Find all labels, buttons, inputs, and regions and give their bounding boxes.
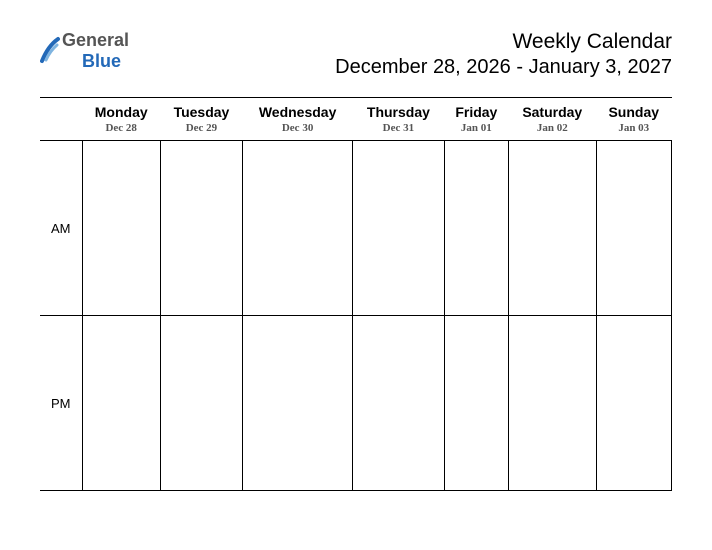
day-name: Thursday bbox=[357, 104, 440, 120]
header-row: General Blue Weekly Calendar December 28… bbox=[40, 30, 672, 79]
title-block: Weekly Calendar December 28, 2026 - Janu… bbox=[335, 30, 672, 79]
calendar-cell[interactable] bbox=[509, 141, 596, 316]
day-header: Tuesday Dec 29 bbox=[160, 98, 242, 141]
calendar-grid: Monday Dec 28 Tuesday Dec 29 Wednesday D… bbox=[40, 97, 672, 491]
day-header: Wednesday Dec 30 bbox=[243, 98, 353, 141]
day-name: Tuesday bbox=[164, 104, 238, 120]
calendar-cell[interactable] bbox=[82, 316, 160, 491]
day-header: Saturday Jan 02 bbox=[509, 98, 596, 141]
calendar-cell[interactable] bbox=[243, 316, 353, 491]
calendar-cell[interactable] bbox=[82, 141, 160, 316]
day-header: Monday Dec 28 bbox=[82, 98, 160, 141]
logo-word-1: General bbox=[62, 30, 129, 50]
calendar-cell[interactable] bbox=[509, 316, 596, 491]
logo-text: General Blue bbox=[62, 30, 129, 72]
calendar-pm-row: PM bbox=[40, 316, 672, 491]
day-name: Sunday bbox=[600, 104, 667, 120]
day-date: Jan 01 bbox=[448, 122, 504, 134]
calendar-header-row: Monday Dec 28 Tuesday Dec 29 Wednesday D… bbox=[40, 98, 672, 141]
calendar-cell[interactable] bbox=[596, 316, 671, 491]
calendar-cell[interactable] bbox=[596, 141, 671, 316]
calendar-am-row: AM bbox=[40, 141, 672, 316]
calendar-cell[interactable] bbox=[160, 141, 242, 316]
day-date: Dec 29 bbox=[164, 122, 238, 134]
calendar-cell[interactable] bbox=[353, 141, 444, 316]
logo-word-2: Blue bbox=[82, 51, 121, 71]
row-label-am: AM bbox=[40, 141, 82, 316]
page-title: Weekly Calendar bbox=[335, 30, 672, 54]
day-name: Saturday bbox=[513, 104, 592, 120]
row-label-pm: PM bbox=[40, 316, 82, 491]
day-date: Dec 30 bbox=[247, 122, 349, 134]
day-name: Monday bbox=[86, 104, 156, 120]
day-header: Thursday Dec 31 bbox=[353, 98, 444, 141]
day-name: Friday bbox=[448, 104, 504, 120]
day-date: Dec 31 bbox=[357, 122, 440, 134]
calendar-cell[interactable] bbox=[353, 316, 444, 491]
header-blank-cell bbox=[40, 98, 82, 141]
logo: General Blue bbox=[40, 30, 129, 72]
logo-swoosh-icon bbox=[40, 36, 60, 66]
day-date: Jan 03 bbox=[600, 122, 667, 134]
calendar-cell[interactable] bbox=[444, 316, 508, 491]
day-date: Jan 02 bbox=[513, 122, 592, 134]
day-date: Dec 28 bbox=[86, 122, 156, 134]
calendar-cell[interactable] bbox=[444, 141, 508, 316]
calendar-cell[interactable] bbox=[160, 316, 242, 491]
calendar-cell[interactable] bbox=[243, 141, 353, 316]
day-header: Friday Jan 01 bbox=[444, 98, 508, 141]
day-header: Sunday Jan 03 bbox=[596, 98, 671, 141]
date-range: December 28, 2026 - January 3, 2027 bbox=[335, 56, 672, 79]
day-name: Wednesday bbox=[247, 104, 349, 120]
